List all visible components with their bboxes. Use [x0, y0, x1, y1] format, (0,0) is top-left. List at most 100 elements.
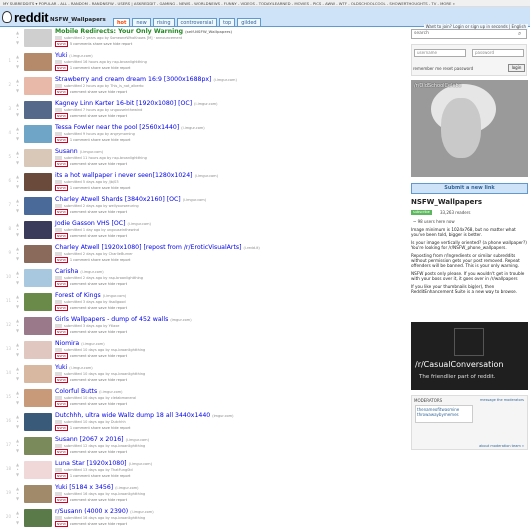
post-domain[interactable]: (i.imgur.com) — [130, 510, 153, 514]
post-actions[interactable]: 1 comment share save hide report — [70, 66, 131, 70]
post-thumbnail[interactable] — [24, 437, 52, 455]
post-domain[interactable]: (i.imgur.com) — [69, 366, 92, 370]
post-actions[interactable]: comment share save hide report — [70, 450, 127, 454]
expando-icon[interactable] — [55, 180, 62, 184]
login-button[interactable]: login — [508, 64, 525, 72]
post-actions[interactable]: comment share save hide report — [70, 354, 127, 358]
vote-arrows[interactable]: ▲ • ▼ — [13, 438, 22, 453]
post-actions[interactable]: 1 comment share save hide report — [70, 138, 131, 142]
expando-icon[interactable] — [55, 228, 62, 232]
moderator-link[interactable]: throwawaybymemes — [417, 412, 471, 417]
downvote-icon[interactable]: ▼ — [13, 184, 22, 189]
post-actions[interactable]: comment share save hide report — [70, 378, 127, 382]
post-title[interactable]: r/Susann (4000 x 2390) — [55, 508, 128, 515]
post-thumbnail[interactable] — [24, 101, 52, 119]
vote-arrows[interactable]: ▲ • ▼ — [13, 54, 22, 69]
post-thumbnail[interactable] — [24, 461, 52, 479]
post-domain[interactable]: (i.imgur.com) — [81, 342, 104, 346]
downvote-icon[interactable]: ▼ — [13, 232, 22, 237]
post-title[interactable]: Luna Star [1920x1080] — [55, 460, 127, 467]
downvote-icon[interactable]: ▼ — [13, 472, 22, 477]
vote-arrows[interactable]: ▲ • ▼ — [13, 486, 22, 501]
downvote-icon[interactable]: ▼ — [13, 208, 22, 213]
downvote-icon[interactable]: ▼ — [13, 40, 22, 45]
vote-arrows[interactable]: ▲ • ▼ — [13, 126, 22, 141]
post-actions[interactable]: 1 comment share save hide report — [70, 474, 131, 478]
username-field[interactable]: username — [414, 49, 466, 57]
post-title[interactable]: Strawberry and cream dream 16:9 [3000x16… — [55, 76, 211, 83]
reddit-logo[interactable]: reddit — [14, 10, 49, 25]
downvote-icon[interactable]: ▼ — [13, 448, 22, 453]
post-domain[interactable]: (i.imgur.com) — [80, 270, 103, 274]
downvote-icon[interactable]: ▼ — [13, 64, 22, 69]
tab-top[interactable]: top — [219, 18, 236, 26]
top-subreddit-bar[interactable]: MY SUBREDDITS ▾ POPULAR - ALL - RANDOM -… — [0, 0, 530, 7]
post-domain[interactable]: (imgur.com) — [170, 318, 191, 322]
tab-hot[interactable]: hot — [113, 18, 131, 26]
post-actions[interactable]: comment share save hide report — [70, 234, 127, 238]
post-domain[interactable]: (i.imgur.com) — [194, 102, 217, 106]
post-actions[interactable]: comment share save hide report — [70, 282, 127, 286]
downvote-icon[interactable]: ▼ — [13, 136, 22, 141]
expando-icon[interactable] — [55, 108, 62, 112]
post-thumbnail[interactable] — [24, 341, 52, 359]
post-thumbnail[interactable] — [24, 389, 52, 407]
expando-icon[interactable] — [55, 372, 62, 376]
post-thumbnail[interactable] — [24, 485, 52, 503]
post-actions[interactable]: comment share save hide report — [70, 90, 127, 94]
expando-icon[interactable] — [55, 36, 62, 40]
post-domain[interactable]: (i.imgur.com) — [126, 438, 149, 442]
tab-controversial[interactable]: controversial — [176, 18, 218, 26]
expando-icon[interactable] — [55, 420, 62, 424]
vote-arrows[interactable]: ▲ • ▼ — [13, 150, 22, 165]
post-actions[interactable]: comment share save hide report — [70, 330, 127, 334]
post-actions[interactable]: 1 comment share save hide report — [70, 426, 131, 430]
post-actions[interactable]: comment share save hide report — [70, 114, 127, 118]
post-domain[interactable]: (i.imgur.com) — [181, 126, 204, 130]
post-thumbnail[interactable] — [24, 149, 52, 167]
vote-arrows[interactable]: ▲ • ▼ — [13, 390, 22, 405]
top-bar-text[interactable]: MY SUBREDDITS ▾ POPULAR - ALL - RANDOM -… — [3, 1, 455, 6]
post-title[interactable]: Forest of Kings — [55, 292, 101, 299]
vote-arrows[interactable]: ▲ • ▼ — [13, 222, 22, 237]
post-title[interactable]: Yuki — [55, 364, 67, 371]
password-field[interactable]: password — [472, 49, 524, 57]
downvote-icon[interactable]: ▼ — [13, 160, 22, 165]
vote-arrows[interactable]: ▲ • ▼ — [13, 102, 22, 117]
post-domain[interactable]: (self.NSFW_Wallpapers) — [185, 30, 232, 34]
expando-icon[interactable] — [55, 204, 62, 208]
vote-arrows[interactable]: ▲ • ▼ — [13, 366, 22, 381]
vote-arrows[interactable]: ▲ • ▼ — [13, 318, 22, 333]
post-domain[interactable]: (i.imgur.com) — [115, 486, 138, 490]
expando-icon[interactable] — [55, 132, 62, 136]
post-domain[interactable]: (i.imgur.com) — [183, 198, 206, 202]
post-title[interactable]: Yuki [5184 x 3456] — [55, 484, 113, 491]
post-title[interactable]: its a hot wallpaper i never seen[1280x10… — [55, 172, 193, 179]
post-domain[interactable]: (i.redd.it) — [244, 246, 260, 250]
vote-arrows[interactable]: ▲ • ▼ — [13, 198, 22, 213]
expando-icon[interactable] — [55, 444, 62, 448]
vote-arrows[interactable]: ▲ • ▼ — [13, 294, 22, 309]
post-actions[interactable]: comment share save hide report — [70, 306, 127, 310]
post-actions[interactable]: comment share save hide report — [70, 210, 127, 214]
downvote-icon[interactable]: ▼ — [13, 328, 22, 333]
post-title[interactable]: Susann — [55, 148, 78, 155]
post-domain[interactable]: (i.imgur.com) — [99, 390, 122, 394]
post-title[interactable]: Dutchhh, ultra wide Wallz dump 18 all 34… — [55, 412, 210, 419]
post-domain[interactable]: (i.imgur.com) — [128, 222, 151, 226]
post-thumbnail[interactable] — [24, 197, 52, 215]
post-thumbnail[interactable] — [24, 509, 52, 527]
post-title[interactable]: Kagney Linn Karter 16-bit [1920x1080] [O… — [55, 100, 192, 107]
tab-gilded[interactable]: gilded — [237, 18, 261, 26]
vote-arrows[interactable]: ▲ • ▼ — [13, 30, 22, 45]
post-domain[interactable]: (i.imgur.com) — [69, 54, 92, 58]
post-title[interactable]: Girls Wallpapers - dump of 452 walls — [55, 316, 168, 323]
vote-arrows[interactable]: ▲ • ▼ — [13, 342, 22, 357]
downvote-icon[interactable]: ▼ — [13, 280, 22, 285]
expando-icon[interactable] — [55, 396, 62, 400]
post-thumbnail[interactable] — [24, 53, 52, 71]
vote-arrows[interactable]: ▲ • ▼ — [13, 510, 22, 525]
post-domain[interactable]: (i.imgur.com) — [129, 462, 152, 466]
expando-icon[interactable] — [55, 84, 62, 88]
post-title[interactable]: Mobile Redirects: Your Only Warning — [55, 28, 183, 35]
